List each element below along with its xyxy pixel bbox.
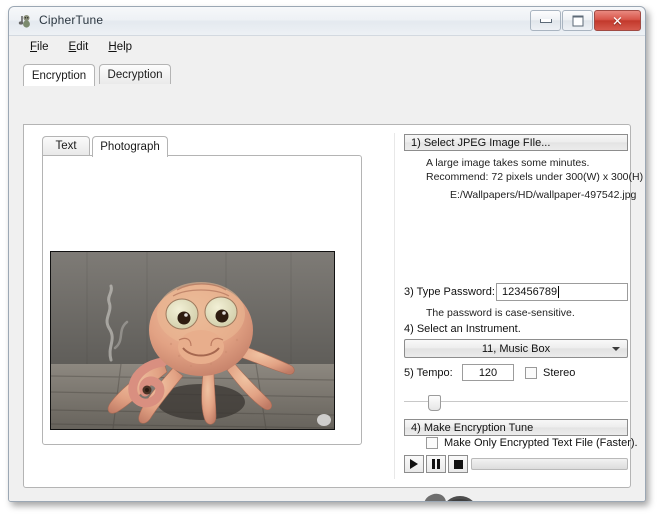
encryption-decryption-tabs: Encryption Decryption bbox=[23, 64, 637, 86]
app-mascot-icon bbox=[17, 13, 33, 29]
tempo-slider[interactable] bbox=[404, 395, 628, 411]
menu-edit-rest: dit bbox=[76, 40, 89, 53]
client-area: Encryption Decryption Text Photograph 1)… bbox=[9, 56, 645, 501]
chevron-down-icon bbox=[612, 346, 620, 351]
instrument-select[interactable]: 11, Music Box bbox=[404, 339, 628, 358]
tab-decryption[interactable]: Decryption bbox=[99, 64, 171, 84]
tempo-input[interactable]: 120 bbox=[462, 364, 514, 381]
play-icon bbox=[410, 459, 418, 469]
selected-file-path: E:/Wallpapers/HD/wallpaper-497542.jpg bbox=[450, 189, 637, 201]
maximize-icon bbox=[572, 15, 583, 26]
pause-icon bbox=[432, 459, 440, 469]
text-caret bbox=[558, 286, 560, 298]
stop-button[interactable] bbox=[448, 455, 468, 473]
stereo-label: Stereo bbox=[543, 367, 576, 379]
text-only-checkbox[interactable] bbox=[426, 437, 438, 449]
menu-bar: File Edit Help bbox=[9, 36, 645, 58]
window-title: CipherTune bbox=[39, 13, 104, 27]
mascot-illustration bbox=[404, 491, 492, 501]
text-photograph-tabs: Text Photograph bbox=[42, 136, 342, 157]
menu-item-help[interactable]: Help bbox=[99, 39, 141, 55]
hint-large-image: A large image takes some minutes. bbox=[426, 157, 590, 169]
controls-panel: 1) Select JPEG Image FIle... A large ima… bbox=[404, 133, 643, 501]
watermark bbox=[317, 414, 331, 426]
maximize-button[interactable] bbox=[562, 10, 593, 31]
menu-item-edit[interactable]: Edit bbox=[60, 39, 98, 55]
play-button[interactable] bbox=[404, 455, 424, 473]
close-button[interactable]: ✕ bbox=[594, 10, 641, 31]
playback-progress-bar[interactable] bbox=[471, 458, 628, 470]
menu-item-file[interactable]: File bbox=[21, 39, 58, 55]
menu-help-rest: elp bbox=[116, 40, 133, 53]
tab-photograph[interactable]: Photograph bbox=[92, 136, 168, 157]
encryption-panel: Text Photograph 1) Select JPEG Image FIl… bbox=[23, 124, 643, 501]
make-encryption-tune-button[interactable]: 4) Make Encryption Tune bbox=[404, 419, 628, 436]
minimize-button[interactable] bbox=[530, 10, 561, 31]
tempo-label: 5) Tempo: bbox=[404, 367, 453, 379]
instrument-label: 4) Select an Instrument. bbox=[404, 323, 521, 335]
application-window: CipherTune ✕ File Edit Help Encryption D… bbox=[8, 6, 646, 502]
password-hint: The password is case-sensitive. bbox=[426, 307, 575, 319]
instrument-value: 11, Music Box bbox=[481, 342, 551, 355]
select-jpeg-button[interactable]: 1) Select JPEG Image FIle... bbox=[404, 134, 628, 151]
title-bar: CipherTune ✕ bbox=[9, 7, 645, 36]
window-controls: ✕ bbox=[529, 10, 641, 31]
hint-recommend-size: Recommend: 72 pixels under 300(W) x 300(… bbox=[426, 171, 644, 183]
tempo-slider-thumb[interactable] bbox=[428, 395, 441, 411]
photograph-panel bbox=[42, 155, 362, 445]
panel-divider bbox=[394, 133, 395, 479]
close-icon: ✕ bbox=[612, 13, 623, 28]
stop-icon bbox=[453, 459, 463, 469]
password-value: 123456789 bbox=[502, 286, 558, 298]
pause-button[interactable] bbox=[426, 455, 446, 473]
screenshot-root: CipherTune ✕ File Edit Help Encryption D… bbox=[0, 0, 660, 515]
tab-encryption[interactable]: Encryption bbox=[23, 64, 95, 86]
stereo-checkbox[interactable] bbox=[525, 367, 537, 379]
password-label: 3) Type Password: bbox=[404, 286, 495, 298]
tab-text[interactable]: Text bbox=[42, 136, 90, 155]
menu-file-rest: ile bbox=[37, 40, 49, 53]
minimize-icon bbox=[539, 18, 552, 23]
text-only-label: Make Only Encrypted Text File (Faster). bbox=[444, 437, 638, 449]
password-input[interactable]: 123456789 bbox=[496, 283, 628, 301]
octopus-photograph[interactable] bbox=[50, 251, 335, 430]
